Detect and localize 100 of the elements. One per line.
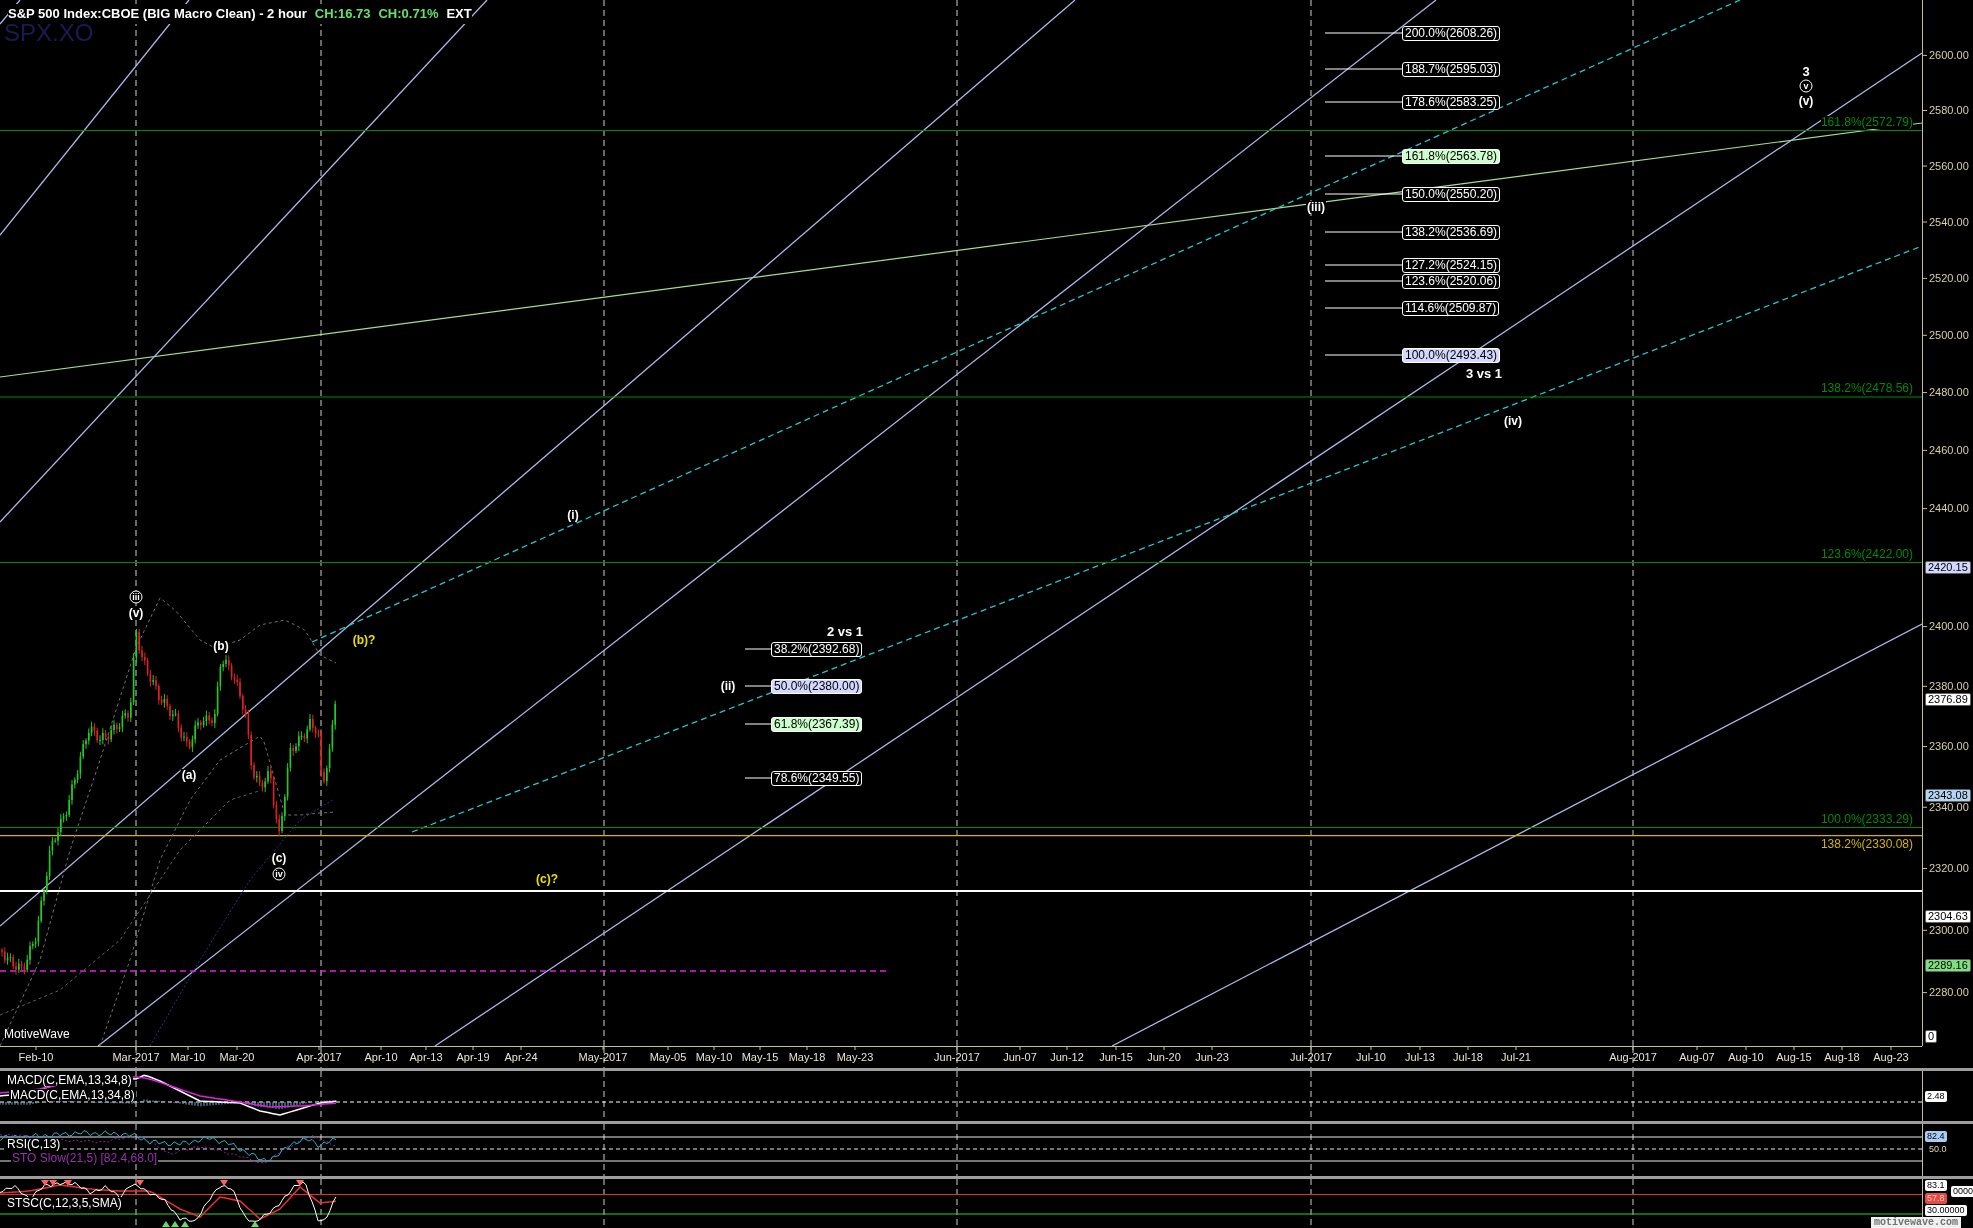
fib-level-text: 161.8%(2572.79) xyxy=(1820,116,1913,129)
date-axis-label: May-2017 xyxy=(578,1051,628,1063)
date-axis-label: May-05 xyxy=(649,1051,687,1063)
date-axis-label: Aug-23 xyxy=(1873,1051,1909,1063)
leader-line xyxy=(744,723,772,725)
up-triangle-icon xyxy=(251,1221,259,1227)
brand-watermark: motivewave.com xyxy=(1871,1217,1961,1228)
wave-label: (i) xyxy=(566,509,580,521)
price-axis-label: 2440.00 xyxy=(1929,503,1969,515)
date-axis-label: Jun-2017 xyxy=(934,1051,980,1063)
wave-label: (ii) xyxy=(719,680,737,692)
wave-label: (a) xyxy=(180,769,198,781)
price-axis-label: 2380.00 xyxy=(1929,680,1969,692)
wave-label: v xyxy=(1799,79,1813,93)
price-axis-label: 2600.00 xyxy=(1929,49,1969,61)
fib-level-text: 138.2%(2478.56) xyxy=(1820,382,1913,395)
value-tag: 30.00000 xyxy=(1925,1205,1967,1216)
fib-level-label: 150.0%(2550.20) xyxy=(1402,186,1501,202)
value-tag: 0000 xyxy=(1951,1186,1973,1197)
price-tag: 2304.63 xyxy=(1925,909,1971,923)
wave-label: iv xyxy=(272,867,286,881)
value-tag: 2.48 xyxy=(1925,1091,1947,1102)
price-axis-label: 2500.00 xyxy=(1929,329,1969,341)
fib-level-label: 50.0%(2380.00) xyxy=(771,678,863,694)
price-axis-label: 2460.00 xyxy=(1929,444,1969,456)
value-tag: 82.4 xyxy=(1925,1131,1947,1142)
wave-label: (v) xyxy=(127,607,145,619)
price-tag: 2289.16 xyxy=(1925,958,1971,972)
wave-label: (v) xyxy=(1797,95,1815,107)
date-axis-label: Apr-19 xyxy=(456,1051,490,1063)
fib-level-label: 38.2%(2392.68) xyxy=(771,641,863,657)
leader-line xyxy=(744,648,772,650)
wave-label: (b)? xyxy=(351,634,377,646)
date-axis-label: Jul-10 xyxy=(1356,1051,1386,1063)
date-axis-label: Feb-10 xyxy=(18,1051,54,1063)
fib-level-label: 200.0%(2608.26) xyxy=(1402,25,1501,41)
fib-level-label: 127.2%(2524.15) xyxy=(1402,257,1501,273)
change-value: CH:16.73 xyxy=(314,4,371,24)
date-axis-label: Mar-2017 xyxy=(112,1051,160,1063)
date-axis-label: Aug-07 xyxy=(1679,1051,1715,1063)
date-axis-label: Mar-10 xyxy=(170,1051,206,1063)
price-axis-label: 2540.00 xyxy=(1929,216,1969,228)
date-axis-label: Jun-07 xyxy=(1003,1051,1037,1063)
fib-level-label: 100.0%(2493.43) xyxy=(1402,347,1501,363)
price-tag: 2376.89 xyxy=(1925,692,1971,706)
price-tag: 0 xyxy=(1925,1029,1938,1043)
indicator-label: RSI(C,13) xyxy=(6,1138,62,1150)
fib-level-label: 161.8%(2563.78) xyxy=(1402,148,1501,164)
indicator-label: MACD(C,EMA,13,34,8) xyxy=(9,1089,136,1101)
fib-level-text: 100.0%(2333.29) xyxy=(1820,813,1913,826)
down-triangle-icon xyxy=(136,1180,144,1186)
leader-line xyxy=(744,777,772,779)
date-axis-label: Apr-10 xyxy=(364,1051,398,1063)
date-axis-label: Apr-13 xyxy=(409,1051,443,1063)
wave-label: (b) xyxy=(212,640,230,652)
fib-level-label: 114.6%(2509.87) xyxy=(1402,300,1500,316)
price-axis-label: 2280.00 xyxy=(1929,987,1969,999)
indicator-label: MACD(C,EMA,13,34,8) xyxy=(6,1074,133,1086)
brand-label: MotiveWave xyxy=(4,1027,70,1041)
fib-level-label: 138.2%(2536.69) xyxy=(1402,224,1501,240)
wave-label: (c) xyxy=(270,852,288,864)
date-axis-label: Jul-13 xyxy=(1405,1051,1435,1063)
price-axis-label: 2320.00 xyxy=(1929,863,1969,874)
wave-label: (iv) xyxy=(1503,415,1523,427)
value-tag: 57.8 xyxy=(1925,1193,1947,1204)
date-axis-label: Jun-15 xyxy=(1099,1051,1133,1063)
price-tag: 2343.08 xyxy=(1925,788,1971,802)
date-axis-label: Aug-15 xyxy=(1776,1051,1812,1063)
date-axis-label: Apr-2017 xyxy=(296,1051,342,1063)
fib-level-label: 178.6%(2583.25) xyxy=(1402,94,1501,110)
date-axis-label: Jun-12 xyxy=(1050,1051,1084,1063)
down-triangle-icon xyxy=(296,1180,304,1186)
date-axis-label: Jun-23 xyxy=(1195,1051,1229,1063)
price-axis-label: 2520.00 xyxy=(1929,272,1969,284)
price-axis-label: 2340.00 xyxy=(1929,801,1969,813)
date-axis-label: May-23 xyxy=(836,1051,874,1063)
value-tag: 50.0 xyxy=(1927,1144,1949,1155)
date-axis-label: Jul-2017 xyxy=(1289,1051,1333,1063)
projection-title: 2 vs 1 xyxy=(826,624,864,638)
wave-label: (iii) xyxy=(1306,201,1326,213)
price-axis-label: 2580.00 xyxy=(1929,105,1969,116)
down-triangle-icon xyxy=(220,1180,228,1186)
price-axis-label: 2360.00 xyxy=(1929,741,1969,752)
price-axis-label: 2400.00 xyxy=(1929,621,1969,633)
date-axis-label: Apr-24 xyxy=(504,1051,538,1063)
value-tag: 83.1 xyxy=(1925,1180,1947,1191)
fib-level-label: 188.7%(2595.03) xyxy=(1402,61,1501,77)
wave-label: (c)? xyxy=(535,873,559,885)
date-axis-label: Mar-20 xyxy=(219,1051,255,1063)
price-axis-label: 2560.00 xyxy=(1929,160,1969,172)
date-axis-label: May-15 xyxy=(741,1051,779,1063)
chart-title: S&P 500 Index:CBOE (BIG Macro Clean) - 2 hour xyxy=(8,4,307,24)
date-axis-label: Aug-10 xyxy=(1728,1051,1764,1063)
date-axis-label: Jul-18 xyxy=(1453,1051,1483,1063)
fib-level-label: 123.6%(2520.06) xyxy=(1402,273,1501,289)
date-axis-label: Aug-18 xyxy=(1824,1051,1860,1063)
fib-level-text: 138.2%(2330.08) xyxy=(1820,838,1913,851)
fib-level-text: 123.6%(2422.00) xyxy=(1820,548,1913,561)
date-axis-label: May-18 xyxy=(788,1051,826,1063)
projection-title: 3 vs 1 xyxy=(1465,366,1503,380)
